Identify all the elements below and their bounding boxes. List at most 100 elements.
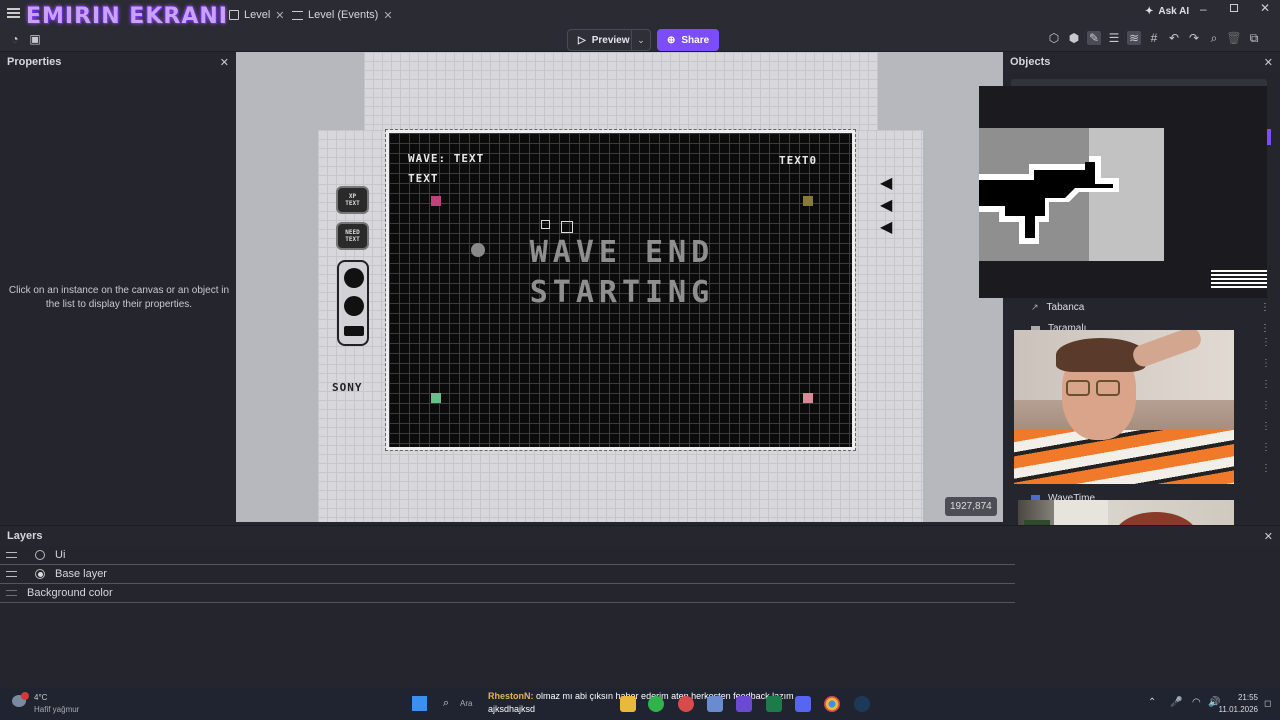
tray-chevron-icon[interactable]: ⌃	[1148, 697, 1156, 708]
chat-message: olmaz mı abi çıksın haber ederim aten he…	[536, 691, 794, 701]
undo-icon[interactable]: ↶	[1167, 31, 1181, 45]
ammo-indicator[interactable]	[337, 260, 369, 346]
instances-list-icon[interactable]: ☰	[1107, 31, 1121, 45]
visibility-toggle[interactable]	[35, 569, 45, 579]
tab-level-events[interactable]: Level (Events) ✕	[292, 6, 393, 24]
ammo-dot	[344, 296, 364, 316]
settings-icon[interactable]	[707, 696, 723, 712]
center-line-1: WAVE END	[529, 235, 715, 270]
more-options-icon[interactable]: ⋮	[1260, 302, 1270, 313]
clock-time[interactable]: 21:55	[1222, 693, 1258, 702]
player-dot[interactable]	[471, 243, 485, 257]
spawn-marker[interactable]	[431, 393, 441, 403]
object-groups-icon[interactable]: ⬢	[1067, 31, 1081, 45]
whatsapp-icon[interactable]	[648, 696, 664, 712]
windows-start-icon[interactable]	[412, 696, 427, 711]
file-explorer-icon[interactable]	[620, 696, 636, 712]
stripes-icon	[1211, 270, 1267, 290]
weather-desc: Hafif yağmur	[34, 705, 80, 714]
notifications-icon[interactable]: ◻	[1264, 698, 1271, 709]
zoom-icon[interactable]: ⌕	[1207, 31, 1221, 45]
close-panel-icon[interactable]: ✕	[1264, 56, 1273, 69]
drag-handle-icon[interactable]	[6, 552, 17, 558]
project-manager-icon[interactable]: ◔	[8, 32, 22, 46]
text-right: TEXT0	[779, 154, 818, 167]
layer-row-ui[interactable]: Ui	[0, 546, 1015, 565]
edit-properties-icon[interactable]: ✎	[1087, 31, 1101, 45]
xp-text: XP TEXT	[345, 193, 360, 207]
small-object-icon[interactable]	[561, 221, 573, 233]
spawn-marker[interactable]	[431, 196, 441, 206]
spawn-marker[interactable]	[803, 196, 813, 206]
small-object-icon[interactable]	[541, 220, 550, 229]
ammo-bar	[344, 326, 364, 336]
close-panel-icon[interactable]: ✕	[220, 56, 229, 69]
game-viewport[interactable]: WAVE: TEXT TEXT TEXT0 WAVE END STARTING	[385, 129, 856, 451]
search-label[interactable]: Ara	[460, 699, 472, 708]
visibility-toggle[interactable]	[35, 550, 45, 560]
preview-button[interactable]: ▷ Preview	[567, 29, 641, 51]
new-window-icon[interactable]: ⧉	[1247, 31, 1261, 45]
webcam-streamer-1	[1014, 330, 1234, 484]
discord-icon[interactable]	[795, 696, 811, 712]
tab-level[interactable]: Level ✕	[229, 6, 285, 24]
object-label: Tabanca	[1046, 302, 1085, 313]
layer-label: Background color	[27, 587, 113, 599]
ask-ai-label: Ask AI	[1158, 6, 1190, 17]
preview-options-chevron-icon[interactable]: ⌄	[631, 29, 651, 51]
close-panel-icon[interactable]: ✕	[1264, 530, 1273, 543]
close-tab-icon[interactable]: ✕	[275, 9, 284, 22]
layers-title: Layers	[7, 530, 43, 542]
drag-handle-icon[interactable]	[6, 571, 17, 577]
globe-icon: ⊕	[667, 34, 676, 46]
stream-overlay-title: EMIRIN EKRANI	[26, 4, 228, 29]
menu-icon[interactable]	[7, 8, 20, 18]
preview-label: Preview	[591, 34, 630, 46]
properties-header: Properties ✕	[0, 52, 236, 72]
xp-badge[interactable]: XP TEXT	[336, 186, 369, 214]
close-tab-icon[interactable]: ✕	[383, 9, 392, 22]
share-button[interactable]: ⊕ Share	[657, 29, 720, 51]
object-icon[interactable]: ⬡	[1047, 31, 1061, 45]
clock-date[interactable]: 11.01.2026	[1216, 705, 1258, 714]
search-icon[interactable]: ⌕	[443, 697, 449, 710]
objects-header: Objects ✕	[1003, 52, 1280, 72]
drag-handle-icon	[6, 590, 17, 596]
app-icon[interactable]	[678, 696, 694, 712]
tab-level-label: Level	[244, 9, 271, 21]
chat-line-2: ajksdhajksd	[488, 704, 536, 714]
layers-icon[interactable]: ≋	[1127, 31, 1141, 45]
object-preview-overlay	[979, 86, 1267, 298]
arrow-icon: ◀	[880, 219, 893, 236]
layer-row-base[interactable]: Base layer	[0, 565, 1015, 584]
sony-label: SONY	[332, 381, 363, 394]
maximize-icon[interactable]	[1230, 4, 1238, 12]
chrome-icon[interactable]	[824, 696, 840, 712]
list-kebab-icons: ⋮ ⋮ ⋮ ⋮ ⋮ ⋮ ⋮	[1261, 337, 1271, 474]
need-text: NEED TEXT	[345, 229, 360, 243]
text-left: TEXT	[408, 172, 439, 185]
wifi-icon[interactable]: ◠	[1192, 697, 1201, 708]
coordinates-readout: 1927,874	[945, 497, 997, 516]
app-icon[interactable]	[766, 696, 782, 712]
microphone-icon[interactable]: 🎤	[1170, 697, 1182, 708]
ask-ai-button[interactable]: ✦ Ask AI	[1145, 6, 1189, 17]
grid-area-top	[364, 52, 878, 130]
layer-row-background[interactable]: Background color	[0, 584, 1015, 603]
image-icon[interactable]: ▣	[28, 32, 42, 46]
grid-icon[interactable]: #	[1147, 31, 1161, 45]
object-item-tabanca[interactable]: ↗ Tabanca ⋮	[1003, 297, 1280, 318]
close-window-icon[interactable]: ✕	[1260, 1, 1270, 15]
need-badge[interactable]: NEED TEXT	[336, 222, 369, 250]
wave-label: WAVE: TEXT	[408, 152, 485, 165]
share-label: Share	[681, 34, 710, 46]
tab-level-events-label: Level (Events)	[308, 9, 379, 21]
app-icon[interactable]	[736, 696, 752, 712]
scene-canvas[interactable]: XP TEXT NEED TEXT SONY ◀ ◀ ◀ WAVE: TEXT …	[236, 52, 1003, 522]
steam-icon[interactable]	[854, 696, 870, 712]
minimize-icon[interactable]: –	[1200, 2, 1207, 16]
objects-title: Objects	[1010, 56, 1051, 68]
spawn-marker[interactable]	[803, 393, 813, 403]
redo-icon[interactable]: ↷	[1187, 31, 1201, 45]
delete-icon[interactable]: 🗑	[1226, 31, 1241, 45]
